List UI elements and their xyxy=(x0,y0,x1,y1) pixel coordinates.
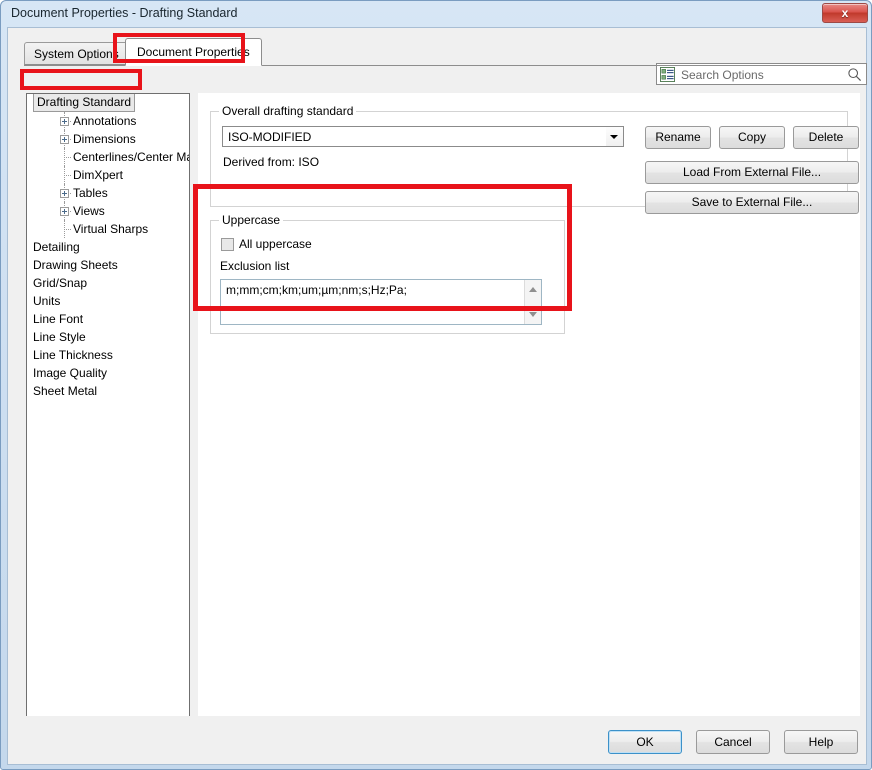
tab-system-options[interactable]: System Options xyxy=(24,42,129,65)
expand-plus-icon[interactable] xyxy=(60,135,69,144)
exclusion-list-label: Exclusion list xyxy=(220,259,289,273)
tree-item-views[interactable]: Views xyxy=(27,202,189,220)
title-bar[interactable]: Document Properties - Drafting Standard … xyxy=(1,1,872,27)
expand-plus-icon[interactable] xyxy=(60,189,69,198)
tree-item-line-style[interactable]: Line Style xyxy=(27,328,189,346)
tree-item-label: Line Thickness xyxy=(33,346,113,364)
save-to-external-file-button[interactable]: Save to External File... xyxy=(645,191,859,214)
options-tree-panel[interactable]: Drafting StandardAnnotationsDimensionsCe… xyxy=(26,93,190,736)
tree-item-label: Grid/Snap xyxy=(33,274,87,292)
tree-item-label: Centerlines/Center Marks xyxy=(73,148,190,166)
tree-item-label: Image Quality xyxy=(33,364,107,382)
tree-item-label: DimXpert xyxy=(73,166,123,184)
tree-item-line-thickness[interactable]: Line Thickness xyxy=(27,346,189,364)
help-button[interactable]: Help xyxy=(784,730,858,754)
scroll-down-arrow-icon[interactable] xyxy=(529,312,537,317)
tab-document-properties[interactable]: Document Properties xyxy=(125,38,262,66)
scroll-up-arrow-icon[interactable] xyxy=(529,287,537,292)
search-icon[interactable] xyxy=(847,67,862,82)
tree-item-line-font[interactable]: Line Font xyxy=(27,310,189,328)
tree-connector-line xyxy=(64,229,71,231)
tree-item-label: Line Font xyxy=(33,310,83,328)
tree-connector-line xyxy=(64,157,71,159)
content-panel: Overall drafting standard ISO-MODIFIED D… xyxy=(198,93,860,736)
tree-item-detailing[interactable]: Detailing xyxy=(27,238,189,256)
tree-connector-line xyxy=(64,175,71,177)
copy-button[interactable]: Copy xyxy=(719,126,785,149)
close-button[interactable]: x xyxy=(822,3,868,23)
overall-drafting-standard-title: Overall drafting standard xyxy=(219,104,356,118)
dialog-client-area: System Options Document Properties Searc… xyxy=(7,27,867,765)
dialog-window: Document Properties - Drafting Standard … xyxy=(0,0,872,770)
exclusion-list-value: m;mm;cm;km;um;µm;nm;s;Hz;Pa; xyxy=(226,283,521,298)
close-icon: x xyxy=(823,6,867,20)
chevron-down-icon xyxy=(610,135,618,139)
delete-button[interactable]: Delete xyxy=(793,126,859,149)
uppercase-group-title: Uppercase xyxy=(219,213,283,227)
tree-item-tables[interactable]: Tables xyxy=(27,184,189,202)
exclusion-list-scrollbar[interactable] xyxy=(524,280,541,324)
expand-plus-icon[interactable] xyxy=(60,207,69,216)
expand-plus-icon[interactable] xyxy=(60,117,69,126)
uppercase-group: Uppercase All uppercase Exclusion list m… xyxy=(210,220,565,334)
tree-item-drafting-standard[interactable]: Drafting Standard xyxy=(27,94,189,112)
drafting-standard-value: ISO-MODIFIED xyxy=(228,129,311,145)
search-options-input[interactable]: Search Options xyxy=(656,63,867,85)
tree-item-units[interactable]: Units xyxy=(27,292,189,310)
tree-item-dimxpert[interactable]: DimXpert xyxy=(27,166,189,184)
tree-item-label: Tables xyxy=(73,184,108,202)
tree-item-label: Detailing xyxy=(33,238,80,256)
tree-item-sheet-metal[interactable]: Sheet Metal xyxy=(27,382,189,400)
tree-item-label: Drawing Sheets xyxy=(33,256,118,274)
tree-item-centerlines-center-marks[interactable]: Centerlines/Center Marks xyxy=(27,148,189,166)
overall-drafting-standard-group: Overall drafting standard ISO-MODIFIED D… xyxy=(210,111,848,207)
tab-strip: System Options Document Properties xyxy=(8,38,866,66)
tree-item-label: Sheet Metal xyxy=(33,382,97,400)
tree-item-virtual-sharps[interactable]: Virtual Sharps xyxy=(27,220,189,238)
list-options-icon xyxy=(660,67,675,82)
exclusion-list-textarea[interactable]: m;mm;cm;km;um;µm;nm;s;Hz;Pa; xyxy=(220,279,542,325)
tree-item-label: Drafting Standard xyxy=(33,93,135,112)
all-uppercase-checkbox[interactable] xyxy=(221,238,234,251)
tree-item-label: Units xyxy=(33,292,60,310)
window-title: Document Properties - Drafting Standard xyxy=(11,6,238,20)
tree-item-label: Virtual Sharps xyxy=(73,220,148,238)
derived-from-label: Derived from: ISO xyxy=(223,155,319,169)
search-placeholder-text: Search Options xyxy=(681,67,764,83)
tree-item-drawing-sheets[interactable]: Drawing Sheets xyxy=(27,256,189,274)
rename-button[interactable]: Rename xyxy=(645,126,711,149)
tree-item-label: Views xyxy=(73,202,105,220)
ok-button[interactable]: OK xyxy=(608,730,682,754)
dropdown-button[interactable] xyxy=(606,127,623,146)
drafting-standard-dropdown[interactable]: ISO-MODIFIED xyxy=(222,126,624,147)
tree-item-label: Dimensions xyxy=(73,130,136,148)
tree-item-grid-snap[interactable]: Grid/Snap xyxy=(27,274,189,292)
tree-item-annotations[interactable]: Annotations xyxy=(27,112,189,130)
dialog-footer: OK Cancel Help xyxy=(7,716,867,765)
cancel-button[interactable]: Cancel xyxy=(696,730,770,754)
tree-item-dimensions[interactable]: Dimensions xyxy=(27,130,189,148)
tree-item-image-quality[interactable]: Image Quality xyxy=(27,364,189,382)
all-uppercase-label: All uppercase xyxy=(239,237,312,252)
load-from-external-file-button[interactable]: Load From External File... xyxy=(645,161,859,184)
tree-item-label: Line Style xyxy=(33,328,86,346)
tree-item-label: Annotations xyxy=(73,112,136,130)
